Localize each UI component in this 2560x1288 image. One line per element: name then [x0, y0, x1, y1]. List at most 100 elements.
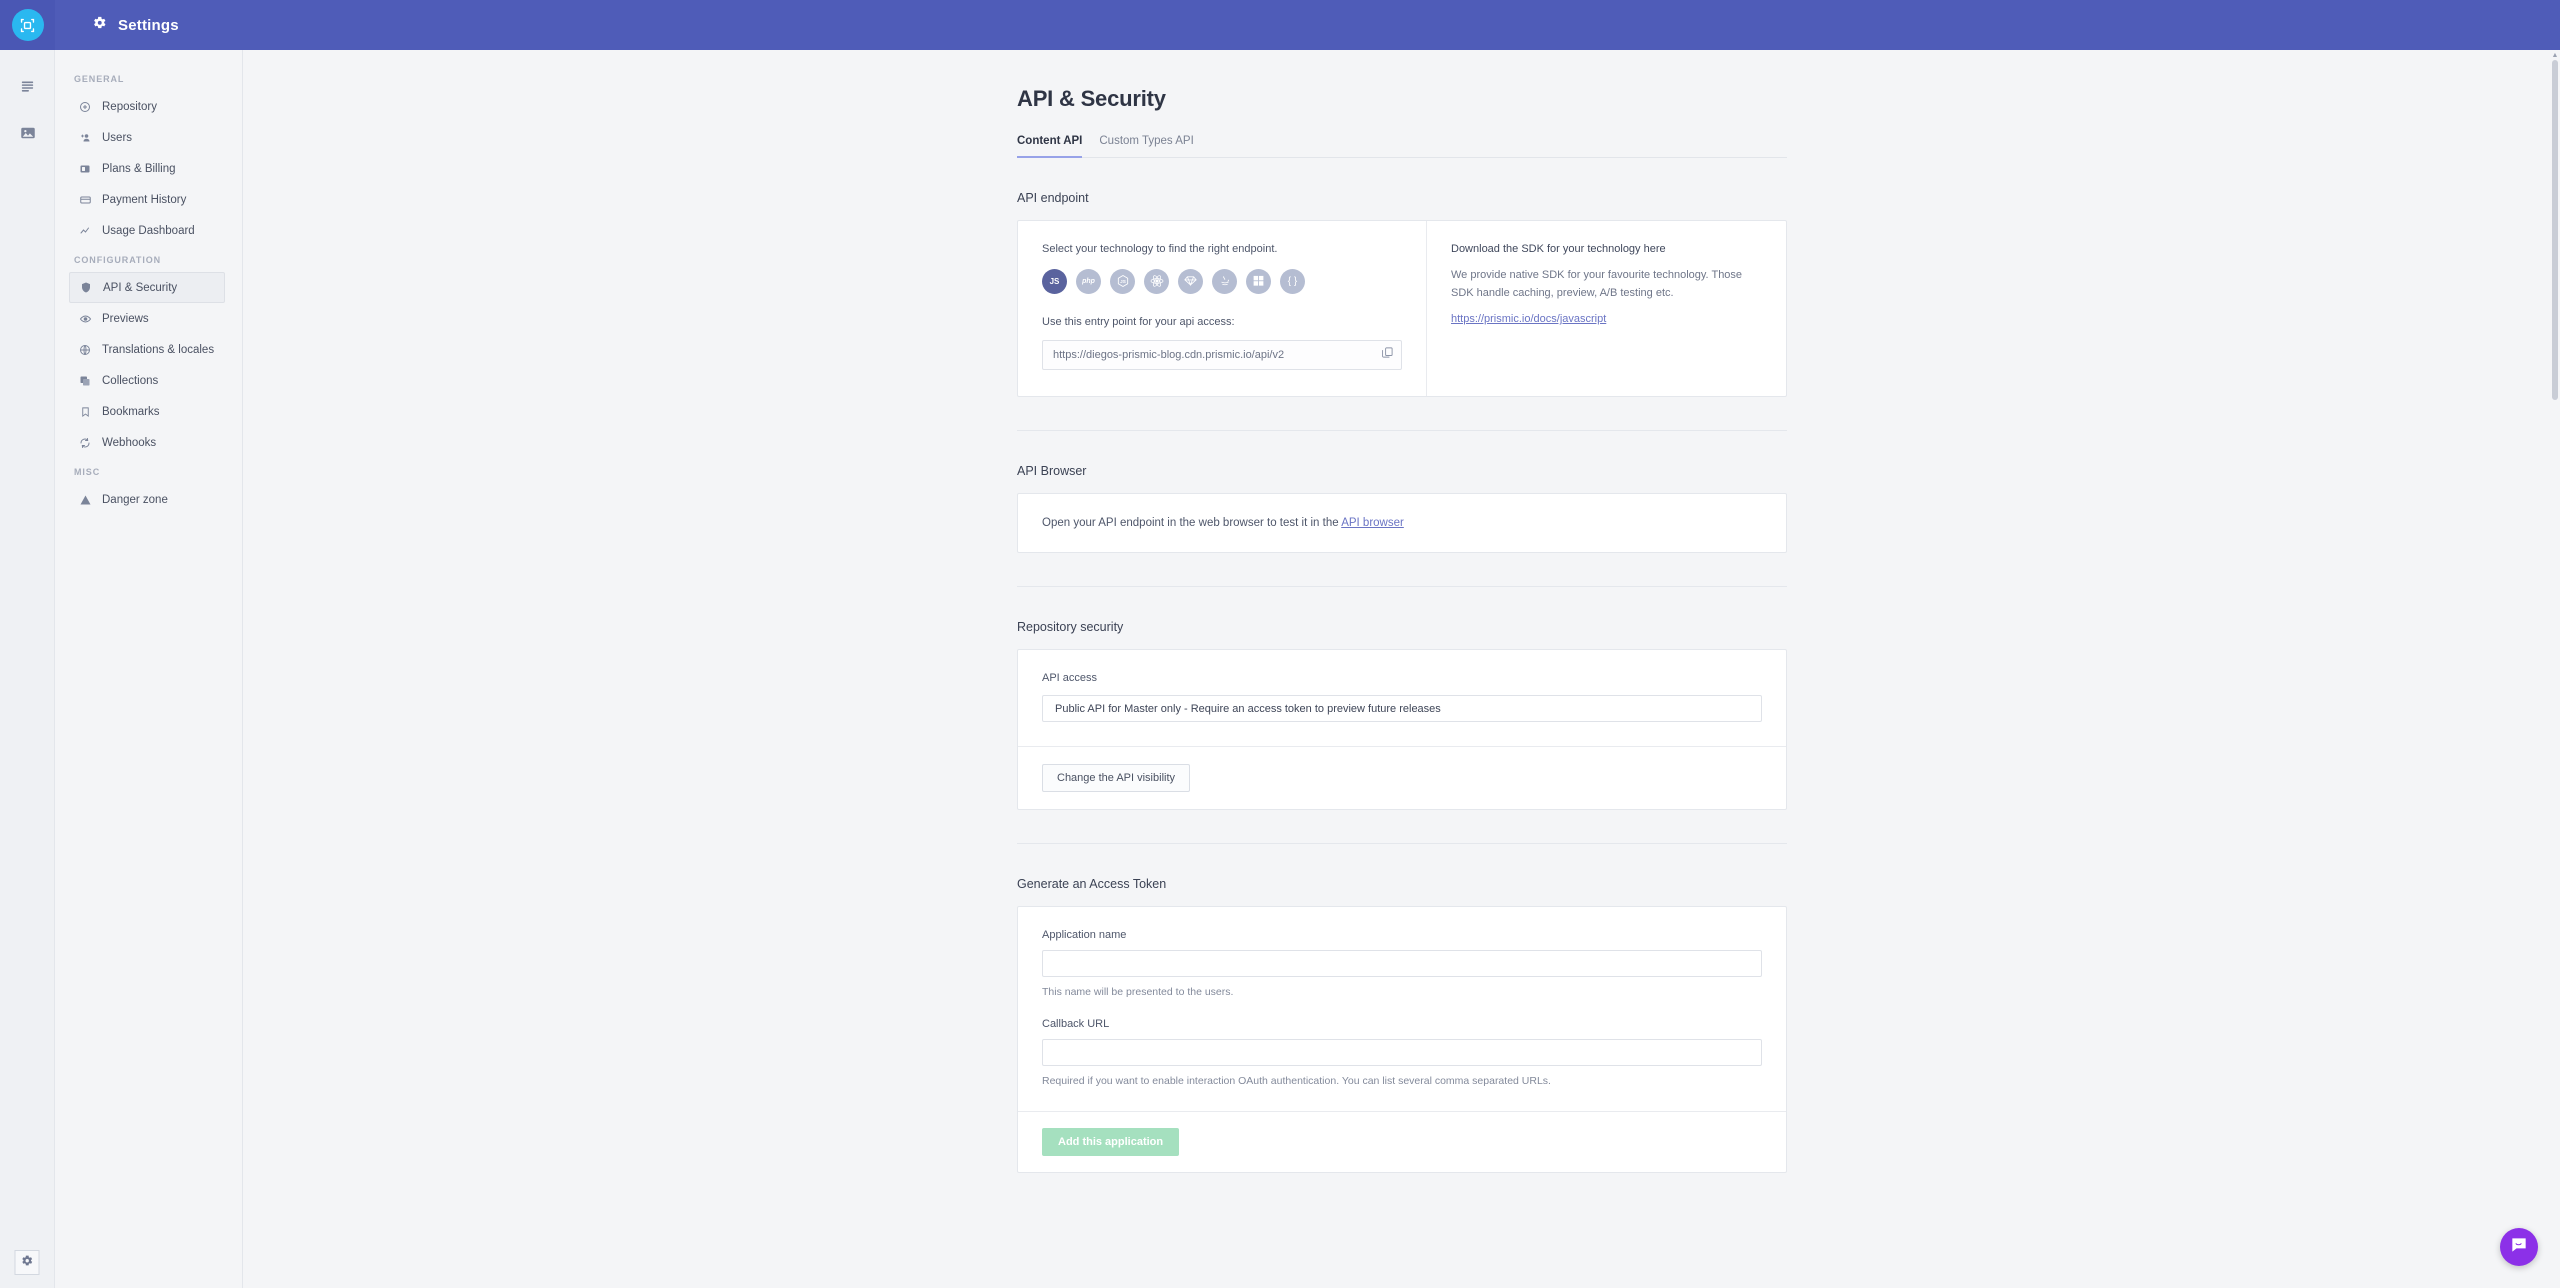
tech-php-button[interactable]: php	[1076, 269, 1101, 294]
app-logo[interactable]	[0, 0, 55, 50]
section-divider	[1017, 430, 1787, 431]
section-api-browser: API Browser Open your API endpoint in th…	[1017, 464, 1787, 553]
vertical-scrollbar[interactable]: ▲	[2550, 50, 2560, 1288]
sidebar-item-api-security[interactable]: API & Security	[69, 272, 225, 303]
access-token-form: Application name This name will be prese…	[1018, 907, 1786, 1111]
application-name-field-block: Application name This name will be prese…	[1042, 929, 1762, 998]
tech-rest-button[interactable]: { }	[1280, 269, 1305, 294]
collections-icon	[78, 375, 92, 387]
refresh-icon	[78, 437, 92, 449]
tech-nodejs-button[interactable]: JS	[1110, 269, 1135, 294]
java-icon	[1218, 274, 1232, 290]
sidebar-item-usage-dashboard[interactable]: Usage Dashboard	[69, 215, 225, 246]
sidebar-item-label: Translations & locales	[102, 343, 215, 356]
billing-icon	[78, 163, 92, 175]
sidebar-item-translations-locales[interactable]: Translations & locales	[69, 334, 225, 365]
windows-icon	[1252, 274, 1265, 289]
sidebar-item-payment-history[interactable]: Payment History	[69, 184, 225, 215]
api-access-selected-value: Public API for Master only - Require an …	[1055, 702, 1441, 715]
scrollbar-thumb[interactable]	[2552, 60, 2558, 400]
entry-point-label: Use this entry point for your api access…	[1042, 316, 1235, 328]
chat-widget-button[interactable]	[2500, 1228, 2538, 1266]
tab-content-api[interactable]: Content API	[1017, 135, 1083, 158]
section-title: API endpoint	[1017, 191, 1089, 205]
section-title: API Browser	[1017, 464, 1087, 478]
sidebar-item-users[interactable]: Users	[69, 122, 225, 153]
api-access-body: API access Public API for Master only - …	[1018, 650, 1786, 746]
section-api-endpoint: API endpoint Select your technology to f…	[1017, 191, 1787, 397]
rail-settings-button[interactable]	[14, 1250, 40, 1275]
sidebar-item-label: Webhooks	[102, 436, 157, 449]
api-browser-card: Open your API endpoint in the web browse…	[1017, 493, 1787, 553]
application-name-label: Application name	[1042, 929, 1127, 941]
page-title-topbar: Settings	[118, 16, 179, 34]
sidebar-item-label: Repository	[102, 100, 157, 113]
tech-dotnet-button[interactable]	[1246, 269, 1271, 294]
image-icon	[19, 124, 37, 147]
javascript-icon: JS	[1049, 277, 1060, 286]
php-icon: php	[1082, 278, 1095, 285]
topbar-title-group: Settings	[92, 15, 179, 35]
sidebar-item-label: Usage Dashboard	[102, 224, 195, 237]
sdk-description: We provide native SDK for your favourite…	[1451, 269, 1743, 300]
section-access-token: Generate an Access Token Application nam…	[1017, 877, 1787, 1173]
endpoint-url-input[interactable]	[1042, 340, 1402, 370]
add-this-application-button[interactable]: Add this application	[1042, 1128, 1180, 1156]
add-user-icon	[78, 132, 92, 144]
sidebar-item-label: Previews	[102, 312, 149, 325]
rail-item-media-library[interactable]	[0, 112, 55, 158]
bottom-spacer	[1017, 1173, 1787, 1288]
access-token-card: Application name This name will be prese…	[1017, 906, 1787, 1173]
page-title: API & Security	[1017, 86, 1166, 111]
react-icon	[1149, 273, 1165, 291]
sidebar-item-repository[interactable]: Repository	[69, 91, 225, 122]
sdk-heading: Download the SDK for your technology her…	[1451, 243, 1666, 255]
warning-triangle-icon	[78, 494, 92, 506]
callback-url-label: Callback URL	[1042, 1018, 1110, 1030]
tab-custom-types-api[interactable]: Custom Types API	[1099, 135, 1193, 158]
copy-endpoint-button[interactable]	[1372, 340, 1402, 370]
callback-url-input[interactable]	[1042, 1039, 1762, 1066]
sidebar-item-bookmarks[interactable]: Bookmarks	[69, 396, 225, 427]
eye-icon	[78, 313, 92, 325]
rail-item-documents[interactable]	[0, 66, 55, 112]
section-repository-security: Repository security API access Public AP…	[1017, 620, 1787, 810]
api-browser-link[interactable]: API browser	[1341, 517, 1404, 529]
api-access-select[interactable]: Public API for Master only - Require an …	[1042, 695, 1762, 722]
tech-java-button[interactable]	[1212, 269, 1237, 294]
scroll-up-arrow[interactable]: ▲	[2550, 50, 2560, 60]
gear-icon	[21, 1254, 34, 1272]
gear-icon	[92, 15, 107, 35]
sidebar-item-collections[interactable]: Collections	[69, 365, 225, 396]
sidebar-item-previews[interactable]: Previews	[69, 303, 225, 334]
api-endpoint-left-panel: Select your technology to find the right…	[1018, 221, 1426, 396]
endpoint-input-wrapper	[1042, 340, 1402, 370]
shield-icon	[79, 281, 93, 294]
settings-sidebar: GENERAL Repository Users Plans & Billing…	[55, 50, 243, 1288]
tech-javascript-button[interactable]: JS	[1042, 269, 1067, 294]
tech-react-button[interactable]	[1144, 269, 1169, 294]
sidebar-item-label: Bookmarks	[102, 405, 160, 418]
ruby-gem-icon	[1183, 273, 1198, 290]
sidebar-item-webhooks[interactable]: Webhooks	[69, 427, 225, 458]
sidebar-item-label: API & Security	[103, 281, 178, 294]
credit-card-icon	[78, 194, 92, 206]
sdk-docs-link[interactable]: https://prismic.io/docs/javascript	[1451, 313, 1606, 325]
sidebar-item-plans-billing[interactable]: Plans & Billing	[69, 153, 225, 184]
list-lines-icon	[19, 78, 36, 100]
repository-security-footer: Change the API visibility	[1018, 746, 1786, 809]
select-technology-label: Select your technology to find the right…	[1042, 243, 1278, 255]
top-bar: Settings	[0, 0, 2560, 50]
application-name-input[interactable]	[1042, 950, 1762, 977]
callback-url-field-block: Callback URL Required if you want to ena…	[1042, 1018, 1762, 1087]
api-browser-text: Open your API endpoint in the web browse…	[1042, 517, 1342, 529]
sidebar-item-label: Danger zone	[102, 493, 168, 506]
sidebar-item-danger-zone[interactable]: Danger zone	[69, 484, 225, 515]
copy-icon	[1381, 346, 1394, 364]
bookmark-icon	[78, 406, 92, 418]
nodejs-icon: JS	[1116, 274, 1130, 290]
tech-ruby-button[interactable]	[1178, 269, 1203, 294]
braces-icon: { }	[1287, 276, 1298, 287]
change-api-visibility-button[interactable]: Change the API visibility	[1042, 764, 1191, 792]
tab-bar: Content API Custom Types API	[1017, 135, 1787, 158]
